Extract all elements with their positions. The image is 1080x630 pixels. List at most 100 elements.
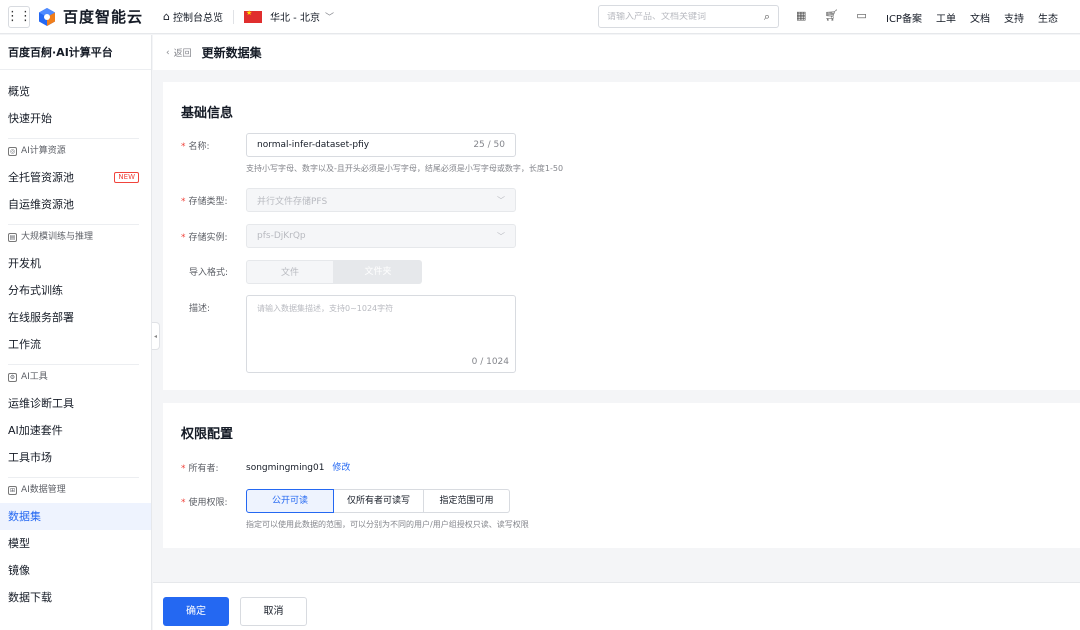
required-mark: * — [181, 142, 186, 152]
permission-option-scoped[interactable]: 指定范围可用 — [424, 489, 510, 513]
owner-value: songmingming01 修改 — [246, 460, 350, 473]
sidebar-item-workflow[interactable]: 工作流 — [0, 331, 151, 358]
description-label: 描述: — [189, 304, 211, 314]
required-mark: * — [181, 464, 186, 474]
billing-icon[interactable]: ▭ — [856, 9, 866, 22]
tools-icon: ⚙ — [8, 373, 17, 382]
sidebar-group-label: AI数据管理 — [21, 485, 66, 495]
storage-type-label-text: 存储类型: — [188, 197, 228, 207]
required-mark: * — [181, 498, 186, 508]
divider — [233, 9, 234, 24]
sidebar-group-training: ▤ 大规模训练与推理 — [0, 225, 151, 250]
global-search[interactable]: ⌕ — [598, 5, 779, 28]
description-char-count: 0 / 1024 — [471, 357, 509, 367]
form-footer: 确定 取消 — [153, 582, 1080, 630]
brand-logo[interactable]: 百度智能云 — [37, 6, 143, 27]
sidebar-item-data-download[interactable]: 数据下载 — [0, 584, 151, 611]
brand-name: 百度智能云 — [63, 8, 144, 26]
sidebar-group-compute: ◎ AI计算资源 — [0, 139, 151, 164]
page-title: 更新数据集 — [201, 46, 262, 60]
home-icon: ⌂ — [163, 10, 170, 23]
search-icon[interactable]: ⌕ — [764, 10, 770, 24]
sidebar-item-quickstart[interactable]: 快速开始 — [0, 105, 151, 132]
name-value: normal-infer-dataset-pfiy — [257, 140, 370, 150]
top-link-ecosystem[interactable]: 生态 — [1038, 10, 1058, 25]
cancel-button[interactable]: 取消 — [240, 597, 307, 626]
name-label: * 名称: — [181, 139, 210, 152]
storage-instance-select[interactable]: pfs-DjKrQp ﹀ — [246, 224, 516, 248]
storage-type-value: 并行文件存储PFS — [257, 196, 328, 207]
region-label: 华北 - 北京 — [270, 13, 320, 24]
top-link-icp[interactable]: ICP备案 — [886, 10, 922, 25]
import-option-file[interactable]: 文件 — [246, 260, 334, 284]
console-home-link[interactable]: ⌂ 控制台总览 — [163, 9, 223, 24]
sidebar-item-online-serving[interactable]: 在线服务部署 — [0, 304, 151, 331]
sidebar-item-models[interactable]: 模型 — [0, 530, 151, 557]
data-icon: ⊞ — [8, 486, 17, 495]
cart-icon[interactable]: 🛒︎ — [824, 9, 838, 22]
search-input[interactable] — [607, 11, 764, 22]
owner-edit-link[interactable]: 修改 — [332, 463, 350, 473]
permission-option-owner-only[interactable]: 仅所有者可读写 — [334, 489, 424, 513]
top-link-support[interactable]: 支持 — [1004, 10, 1024, 25]
import-format-label: 导入格式: — [189, 268, 229, 278]
storage-type-label: * 存储类型: — [181, 194, 228, 207]
basic-info-title: 基础信息 — [181, 106, 234, 121]
sidebar-item-distributed-training[interactable]: 分布式训练 — [0, 277, 151, 304]
chevron-left-icon: ‹ — [166, 47, 170, 58]
chevron-down-icon: ﹀ — [497, 231, 505, 241]
sidebar-collapse-handle[interactable]: ◂ — [152, 322, 160, 350]
sidebar-item-images[interactable]: 镜像 — [0, 557, 151, 584]
baidu-cloud-logo-icon — [39, 7, 55, 26]
owner-label-text: 所有者: — [188, 464, 219, 474]
permission-label-text: 使用权限: — [188, 498, 228, 508]
qrcode-icon[interactable]: ▦ — [796, 9, 806, 22]
name-char-count: 25 / 50 — [473, 140, 505, 150]
sidebar-item-diagnostics[interactable]: 运维诊断工具 — [0, 390, 151, 417]
sidebar-item-tool-market[interactable]: 工具市场 — [0, 444, 151, 471]
permission-label: * 使用权限: — [181, 495, 228, 508]
basic-info-card: 基础信息 * 名称: normal-infer-dataset-pfiy 25 /… — [163, 82, 1080, 390]
permission-selector: 公开可读 仅所有者可读写 指定范围可用 — [246, 489, 510, 513]
name-hint: 支持小写字母、数字以及-且开头必须是小写字母，结尾必须是小写字母或数字，长度1-… — [246, 164, 564, 173]
compute-icon: ◎ — [8, 147, 17, 156]
sidebar: 百度百舸·AI计算平台 概览 快速开始 ◎ AI计算资源 全托管资源池 NEW … — [0, 35, 152, 630]
name-field[interactable]: normal-infer-dataset-pfiy 25 / 50 — [246, 133, 516, 157]
permission-title: 权限配置 — [181, 427, 234, 442]
owner-label: * 所有者: — [181, 461, 219, 474]
description-textarea[interactable]: 请输入数据集描述，支持0~1024字符 0 / 1024 — [246, 295, 516, 373]
training-icon: ▤ — [8, 233, 17, 242]
top-link-docs[interactable]: 文档 — [970, 10, 990, 25]
required-mark: * — [181, 233, 186, 243]
china-flag-icon — [244, 9, 262, 23]
sidebar-item-managed-pool[interactable]: 全托管资源池 NEW — [0, 164, 151, 191]
back-link[interactable]: ‹ 返回 — [166, 46, 192, 60]
sidebar-item-devbox[interactable]: 开发机 — [0, 250, 151, 277]
back-label: 返回 — [173, 49, 192, 59]
apps-grid-icon[interactable]: ⋮⋮ — [6, 5, 32, 28]
chevron-down-icon: ﹀ — [497, 195, 505, 205]
description-placeholder: 请输入数据集描述，支持0~1024字符 — [257, 304, 394, 313]
top-link-ticket[interactable]: 工单 — [936, 10, 956, 25]
region-selector[interactable]: 华北 - 北京 ﹀ — [270, 9, 334, 24]
permission-card: 权限配置 * 所有者: songmingming01 修改 * 使用权限: 公开可读… — [163, 403, 1080, 548]
sidebar-group-ai-tools: ⚙ AI工具 — [0, 365, 151, 390]
sidebar-item-datasets[interactable]: 数据集 — [0, 503, 151, 530]
permission-hint: 指定可以使用此数据的范围，可以分别为不同的用户/用户组授权只读、读写权限 — [246, 520, 529, 529]
top-navigation-bar: ⋮⋮ 百度智能云 ⌂ 控制台总览 华北 - 北京 ﹀ ⌕ ▦ 🛒︎ ▭ ICP备… — [0, 0, 1080, 34]
import-option-folder[interactable]: 文件夹 — [334, 260, 422, 284]
permission-option-public-read[interactable]: 公开可读 — [246, 489, 334, 513]
sidebar-item-self-pool[interactable]: 自运维资源池 — [0, 191, 151, 218]
storage-type-select[interactable]: 并行文件存储PFS ﹀ — [246, 188, 516, 212]
required-mark: * — [181, 197, 186, 207]
top-icon-group: ▦ 🛒︎ ▭ — [796, 9, 867, 22]
console-home-label: 控制台总览 — [173, 13, 223, 24]
sidebar-title: 百度百舸·AI计算平台 — [0, 35, 151, 70]
sidebar-item-acceleration[interactable]: AI加速套件 — [0, 417, 151, 444]
storage-instance-value: pfs-DjKrQp — [257, 231, 306, 241]
sidebar-item-overview[interactable]: 概览 — [0, 78, 151, 105]
confirm-button[interactable]: 确定 — [163, 597, 229, 626]
new-badge: NEW — [114, 172, 139, 183]
owner-name: songmingming01 — [246, 463, 325, 473]
sidebar-group-label: AI工具 — [21, 372, 48, 382]
